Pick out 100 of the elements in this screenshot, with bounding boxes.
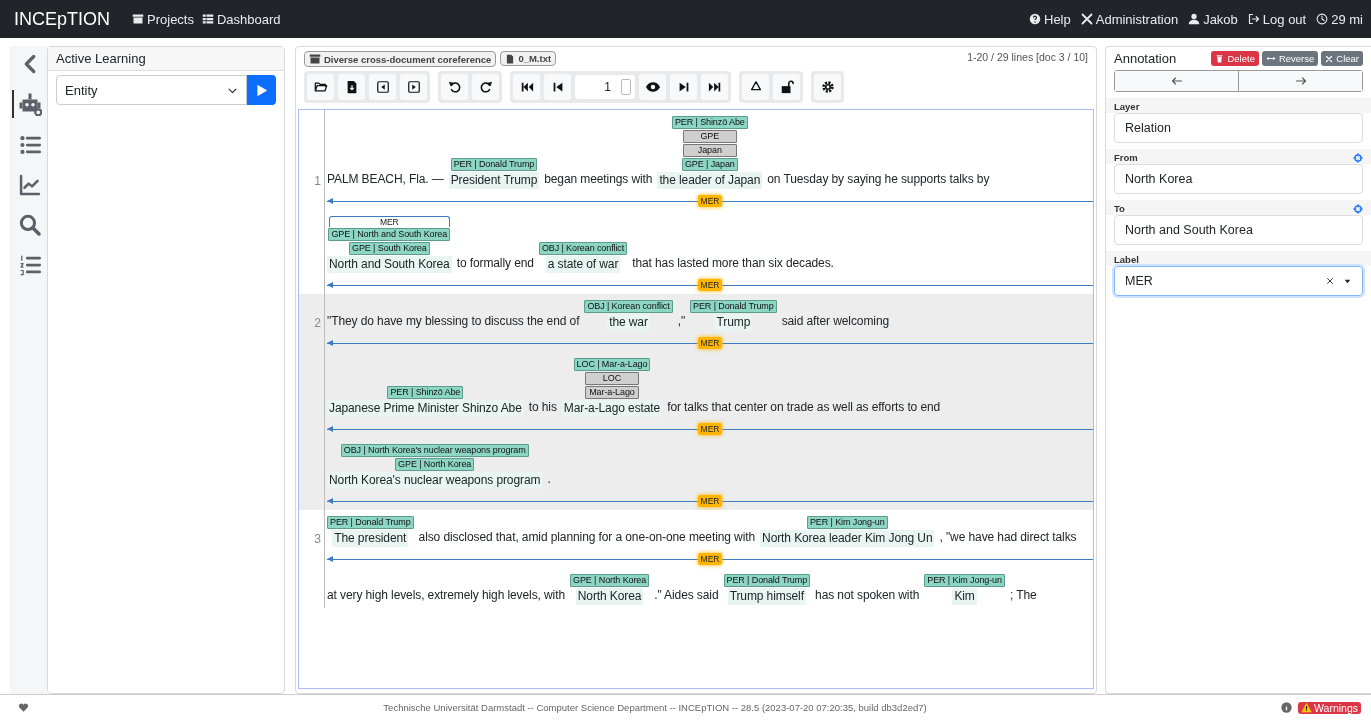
first-page-button[interactable] (513, 74, 540, 100)
nav-link[interactable]: Dashboard (202, 11, 281, 27)
text-field[interactable]: North Korea (1114, 164, 1363, 194)
nav-link[interactable]: Help (1029, 11, 1071, 27)
text-field[interactable]: Relation (1114, 113, 1363, 143)
start-button[interactable] (247, 75, 276, 105)
label-combobox[interactable]: MER (1114, 266, 1363, 296)
annotated-span[interactable]: the leader of Japan (657, 172, 763, 189)
relation-arc[interactable]: MER (327, 550, 1093, 568)
relation-label[interactable]: MER (697, 195, 723, 207)
clock-icon (1316, 13, 1329, 25)
annotated-span[interactable]: Japanese Prime Minister Shinzo Abe (327, 400, 524, 417)
entity-label[interactable]: PER | Kim Jong-un (806, 516, 888, 529)
entity-label[interactable]: OBJ | North Korea's nuclear weapons program (340, 444, 529, 457)
feature-label[interactable]: LOC (584, 372, 639, 385)
delete-button[interactable]: Delete (1211, 51, 1259, 66)
relation-label[interactable]: MER (697, 279, 723, 291)
line-number: 2 (314, 316, 321, 330)
robot-icon (17, 92, 42, 116)
next-page-button[interactable] (670, 74, 697, 100)
sentence-text: , "we have had direct talks (939, 530, 1077, 546)
view-button[interactable] (639, 74, 666, 100)
entity-label[interactable]: OBJ | Korean conflict (584, 300, 673, 313)
entity-label[interactable]: PER | Donald Trump (690, 300, 777, 313)
annotated-span[interactable]: Mar-a-Lago estate (561, 400, 663, 417)
nav-link[interactable]: Log out (1247, 11, 1307, 27)
entity-label[interactable]: PER | Kim Jong-un (924, 574, 1005, 587)
nav-link[interactable]: Jakob (1188, 11, 1238, 27)
document-position: 1-20 / 29 lines [doc 3 / 10] (967, 51, 1088, 63)
nav-link[interactable]: Projects (132, 11, 194, 27)
annotated-span[interactable]: North Korea's nuclear weapons program (327, 472, 543, 489)
undo-icon (447, 80, 462, 94)
feature-label[interactable]: Japan (682, 144, 737, 157)
relation-label[interactable]: MER (697, 423, 723, 435)
relation-arc[interactable]: MER (327, 192, 1093, 210)
breadcrumb[interactable]: 0_M.txt (500, 51, 557, 66)
previous-document-button[interactable] (369, 74, 396, 100)
entity-label[interactable]: GPE | North Korea (395, 458, 475, 471)
recycle-button[interactable] (742, 74, 769, 100)
annotated-span[interactable]: Trump himself (727, 588, 806, 605)
page-number-field[interactable]: 1 (575, 75, 635, 99)
relation-label[interactable]: MER (697, 337, 723, 349)
entity-label[interactable]: GPE | North and South Korea (328, 228, 451, 241)
entity-label[interactable]: PER | Donald Trump (450, 158, 538, 171)
relation-label[interactable]: MER (697, 553, 723, 565)
warnings-badge[interactable]: Warnings (1298, 701, 1361, 714)
feature-label[interactable]: Mar-a-Lago (584, 386, 639, 399)
annotated-span[interactable]: President Trump (448, 172, 540, 189)
redo-button[interactable] (472, 74, 499, 100)
crosshair-icon (1353, 203, 1363, 214)
relation-arc[interactable]: MER (327, 492, 1093, 510)
nav-link[interactable]: Administration (1080, 11, 1179, 27)
settings-button[interactable] (814, 74, 841, 100)
entity-label[interactable]: GPE | South Korea (349, 242, 430, 255)
entity-label[interactable]: PER | Donald Trump (723, 574, 811, 587)
text-field[interactable]: North and South Korea (1114, 215, 1363, 245)
relation-arc[interactable]: MER (329, 216, 450, 227)
relation-label[interactable]: MER (697, 495, 723, 507)
entity-label[interactable]: LOC | Mar-a-Lago (573, 358, 651, 371)
annotated-span[interactable]: the war (607, 314, 650, 331)
entity-label[interactable]: PER | Shinzō Abe (671, 116, 748, 129)
sentence-text: to formally end (456, 256, 534, 272)
sentence-text: at very high levels, extremely high levels, with (327, 588, 565, 604)
entity-label[interactable]: GPE | Japan (681, 158, 738, 171)
feature-label[interactable]: GPE (682, 130, 737, 143)
arrow-right-icon (1294, 75, 1307, 87)
annotated-span[interactable]: The president (332, 530, 409, 547)
help-icon (1029, 13, 1041, 25)
reverse-button[interactable]: Reverse (1261, 51, 1319, 66)
sentence-text: . (547, 472, 551, 488)
last-page-button[interactable] (701, 74, 728, 100)
open-folder-icon (313, 80, 328, 94)
relation-arc[interactable]: MER (327, 420, 1093, 438)
app-logo[interactable]: INCEpTION (14, 8, 110, 30)
sentence-text: ; The (1009, 588, 1037, 604)
crosshair-icon (1353, 152, 1363, 163)
relation-arc[interactable]: MER (327, 276, 1093, 294)
unlock-button[interactable] (773, 74, 800, 100)
entity-label[interactable]: PER | Donald Trump (327, 516, 414, 529)
previous-page-button[interactable] (544, 74, 571, 100)
layer-dropdown[interactable]: Entity (56, 75, 247, 105)
list-icon (202, 13, 214, 25)
entity-label[interactable]: OBJ | Korean conflict (538, 242, 628, 255)
annotated-span[interactable]: a state of war (545, 256, 621, 273)
annotated-span[interactable]: Trump (714, 314, 753, 331)
annotated-span[interactable]: North Korea (575, 588, 644, 605)
sentence-text: said after welcoming (781, 314, 890, 330)
open-folder-button[interactable] (307, 74, 334, 100)
annotated-span[interactable]: North and South Korea (327, 256, 452, 273)
undo-button[interactable] (441, 74, 468, 100)
entity-label[interactable]: GPE | North Korea (570, 574, 650, 587)
last-page-icon (707, 80, 722, 94)
breadcrumb[interactable]: Diverse cross-document coreference (304, 51, 497, 67)
annotated-span[interactable]: North Korea leader Kim Jong Un (760, 530, 935, 547)
export-button[interactable] (338, 74, 365, 100)
next-document-button[interactable] (400, 74, 427, 100)
annotated-span[interactable]: Kim (952, 588, 977, 605)
entity-label[interactable]: PER | Shinzō Abe (387, 386, 464, 399)
relation-arc[interactable]: MER (327, 334, 1093, 352)
clear-button[interactable]: Clear (1321, 51, 1363, 66)
